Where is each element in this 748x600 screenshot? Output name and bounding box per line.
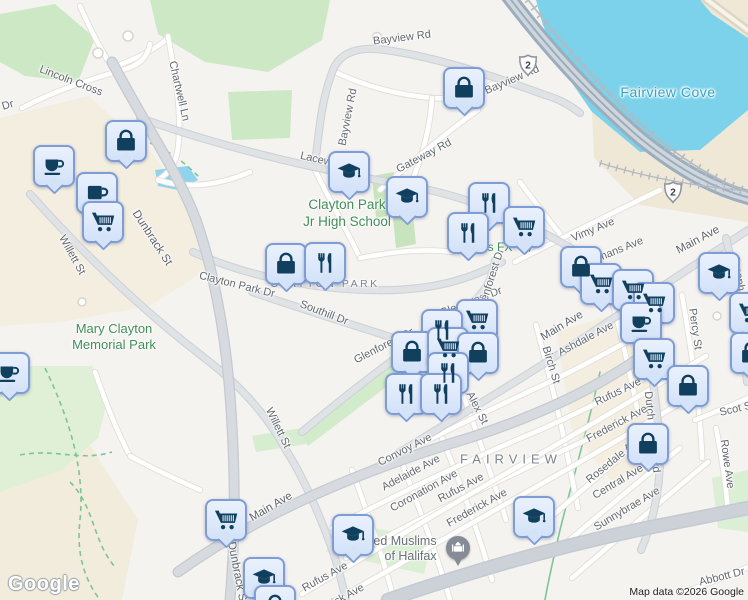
cafe-poi-marker[interactable]	[0, 352, 30, 402]
supermarket-poi-marker[interactable]	[205, 499, 247, 549]
cafe-poi-marker[interactable]	[33, 145, 75, 195]
map-attribution: Map data ©2026 Google	[629, 586, 744, 598]
school-poi-marker[interactable]	[332, 514, 374, 564]
supermarket-poi-marker[interactable]	[503, 206, 545, 256]
shopping-poi-marker[interactable]	[105, 120, 147, 170]
shopping-poi-marker[interactable]	[667, 365, 709, 415]
map-canvas[interactable]: Lincoln CrossRadcliffe DrChartwell LnBay…	[0, 0, 748, 600]
shopping-poi-marker[interactable]	[265, 243, 307, 293]
school-poi-marker[interactable]	[328, 151, 370, 201]
school-poi-marker[interactable]	[386, 176, 428, 226]
supermarket-poi-marker[interactable]	[729, 292, 748, 342]
school-poi-marker[interactable]	[513, 496, 555, 546]
mosque-poi-marker[interactable]	[446, 536, 470, 566]
supermarket-poi-marker[interactable]	[82, 201, 124, 251]
shopping-poi-marker[interactable]	[627, 423, 669, 473]
restaurant-poi-marker[interactable]	[304, 242, 346, 292]
google-logo[interactable]: Google	[8, 573, 80, 596]
shopping-poi-marker[interactable]	[443, 67, 485, 117]
school-poi-marker[interactable]	[698, 252, 740, 302]
shopping-poi-marker[interactable]	[730, 332, 748, 382]
restaurant-poi-marker[interactable]	[447, 212, 489, 262]
